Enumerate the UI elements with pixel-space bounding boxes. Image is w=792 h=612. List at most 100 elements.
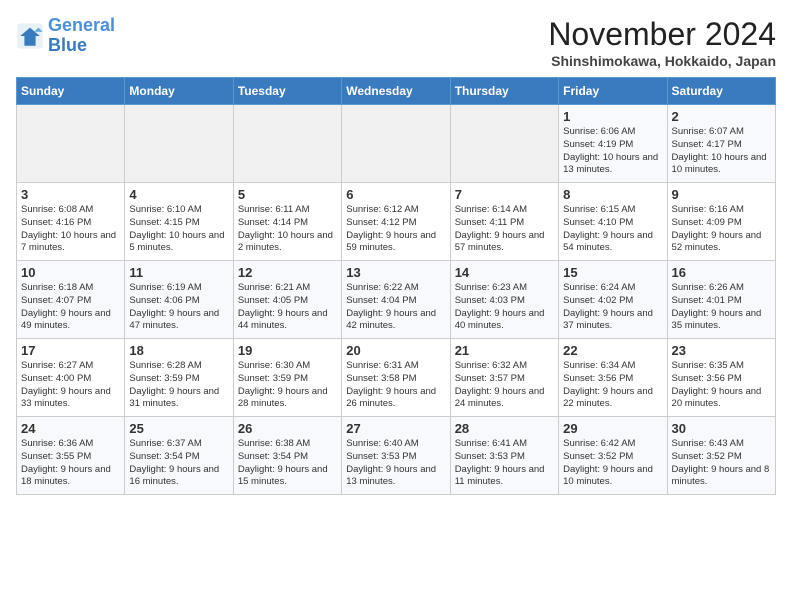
logo-text-line1: General: [48, 16, 115, 36]
day-number: 30: [672, 421, 771, 436]
day-number: 3: [21, 187, 120, 202]
day-info: Sunrise: 6:37 AM Sunset: 3:54 PM Dayligh…: [129, 438, 228, 489]
day-header-monday: Monday: [125, 78, 233, 105]
calendar-cell: 23 Sunrise: 6:35 AM Sunset: 3:56 PM Dayli…: [667, 339, 775, 417]
day-number: 11: [129, 265, 228, 280]
calendar-cell: 4 Sunrise: 6:10 AM Sunset: 4:15 PM Daylig…: [125, 183, 233, 261]
calendar-cell: 25Sunrise: 6:37 AM Sunset: 3:54 PM Dayli…: [125, 417, 233, 495]
calendar-cell: 9Sunrise: 6:16 AM Sunset: 4:09 PM Daylig…: [667, 183, 775, 261]
calendar-cell: 20 Sunrise: 6:31 AM Sunset: 3:58 PM Dayli…: [342, 339, 450, 417]
location: Shinshimokawa, Hokkaido, Japan: [548, 53, 776, 69]
calendar-cell: 2 Sunrise: 6:07 AM Sunset: 4:17 PM Daylig…: [667, 105, 775, 183]
page-header: General Blue November 2024 Shinshimokawa…: [16, 16, 776, 69]
day-number: 8: [563, 187, 662, 202]
day-info: Sunrise: 6:31 AM Sunset: 3:58 PM Dayligh…: [346, 360, 445, 411]
day-number: 10: [21, 265, 120, 280]
calendar-cell: 11Sunrise: 6:19 AM Sunset: 4:06 PM Dayli…: [125, 261, 233, 339]
day-header-saturday: Saturday: [667, 78, 775, 105]
calendar-cell: [342, 105, 450, 183]
calendar-cell: [125, 105, 233, 183]
day-info: Sunrise: 6:08 AM Sunset: 4:16 PM Dayligh…: [21, 204, 120, 255]
day-number: 27: [346, 421, 445, 436]
day-number: 20: [346, 343, 445, 358]
calendar-cell: 28 Sunrise: 6:41 AM Sunset: 3:53 PM Dayli…: [450, 417, 558, 495]
day-info: Sunrise: 6:30 AM Sunset: 3:59 PM Dayligh…: [238, 360, 337, 411]
day-number: 16: [672, 265, 771, 280]
day-number: 9: [672, 187, 771, 202]
logo-icon: [16, 22, 44, 50]
calendar-cell: 14 Sunrise: 6:23 AM Sunset: 4:03 PM Dayli…: [450, 261, 558, 339]
day-number: 5: [238, 187, 337, 202]
calendar-cell: 13Sunrise: 6:22 AM Sunset: 4:04 PM Dayli…: [342, 261, 450, 339]
day-info: Sunrise: 6:36 AM Sunset: 3:55 PM Dayligh…: [21, 438, 120, 489]
calendar-cell: [450, 105, 558, 183]
calendar-cell: 30 Sunrise: 6:43 AM Sunset: 3:52 PM Dayli…: [667, 417, 775, 495]
day-info: Sunrise: 6:14 AM Sunset: 4:11 PM Dayligh…: [455, 204, 554, 255]
logo: General Blue: [16, 16, 115, 56]
calendar-cell: 21 Sunrise: 6:32 AM Sunset: 3:57 PM Dayli…: [450, 339, 558, 417]
calendar-cell: 15 Sunrise: 6:24 AM Sunset: 4:02 PM Dayli…: [559, 261, 667, 339]
day-info: Sunrise: 6:32 AM Sunset: 3:57 PM Dayligh…: [455, 360, 554, 411]
calendar-cell: 22 Sunrise: 6:34 AM Sunset: 3:56 PM Dayli…: [559, 339, 667, 417]
calendar-cell: 1Sunrise: 6:06 AM Sunset: 4:19 PM Daylig…: [559, 105, 667, 183]
logo-text-line2: Blue: [48, 36, 115, 56]
day-header-wednesday: Wednesday: [342, 78, 450, 105]
day-number: 4: [129, 187, 228, 202]
day-info: Sunrise: 6:43 AM Sunset: 3:52 PM Dayligh…: [672, 438, 771, 489]
day-number: 17: [21, 343, 120, 358]
day-info: Sunrise: 6:35 AM Sunset: 3:56 PM Dayligh…: [672, 360, 771, 411]
week-row-5: 24 Sunrise: 6:36 AM Sunset: 3:55 PM Dayli…: [17, 417, 776, 495]
calendar-cell: 18Sunrise: 6:28 AM Sunset: 3:59 PM Dayli…: [125, 339, 233, 417]
calendar-cell: 7Sunrise: 6:14 AM Sunset: 4:11 PM Daylig…: [450, 183, 558, 261]
day-number: 26: [238, 421, 337, 436]
day-number: 18: [129, 343, 228, 358]
day-header-friday: Friday: [559, 78, 667, 105]
calendar-cell: 27 Sunrise: 6:40 AM Sunset: 3:53 PM Dayli…: [342, 417, 450, 495]
day-info: Sunrise: 6:34 AM Sunset: 3:56 PM Dayligh…: [563, 360, 662, 411]
title-block: November 2024 Shinshimokawa, Hokkaido, J…: [548, 16, 776, 69]
calendar-cell: 29 Sunrise: 6:42 AM Sunset: 3:52 PM Dayli…: [559, 417, 667, 495]
day-info: Sunrise: 6:24 AM Sunset: 4:02 PM Dayligh…: [563, 282, 662, 333]
day-header-sunday: Sunday: [17, 78, 125, 105]
week-row-1: 1Sunrise: 6:06 AM Sunset: 4:19 PM Daylig…: [17, 105, 776, 183]
calendar-cell: 12Sunrise: 6:21 AM Sunset: 4:05 PM Dayli…: [233, 261, 341, 339]
day-number: 2: [672, 109, 771, 124]
week-row-3: 10 Sunrise: 6:18 AM Sunset: 4:07 PM Dayli…: [17, 261, 776, 339]
calendar-cell: 24 Sunrise: 6:36 AM Sunset: 3:55 PM Dayli…: [17, 417, 125, 495]
day-info: Sunrise: 6:41 AM Sunset: 3:53 PM Dayligh…: [455, 438, 554, 489]
week-row-4: 17 Sunrise: 6:27 AM Sunset: 4:00 PM Dayli…: [17, 339, 776, 417]
calendar-cell: 6 Sunrise: 6:12 AM Sunset: 4:12 PM Daylig…: [342, 183, 450, 261]
calendar-cell: 10 Sunrise: 6:18 AM Sunset: 4:07 PM Dayli…: [17, 261, 125, 339]
day-number: 21: [455, 343, 554, 358]
day-number: 14: [455, 265, 554, 280]
day-info: Sunrise: 6:12 AM Sunset: 4:12 PM Dayligh…: [346, 204, 445, 255]
day-info: Sunrise: 6:10 AM Sunset: 4:15 PM Dayligh…: [129, 204, 228, 255]
calendar-cell: 3 Sunrise: 6:08 AM Sunset: 4:16 PM Daylig…: [17, 183, 125, 261]
day-header-thursday: Thursday: [450, 78, 558, 105]
calendar-cell: 5Sunrise: 6:11 AM Sunset: 4:14 PM Daylig…: [233, 183, 341, 261]
day-info: Sunrise: 6:06 AM Sunset: 4:19 PM Dayligh…: [563, 126, 662, 177]
day-number: 13: [346, 265, 445, 280]
calendar-cell: [17, 105, 125, 183]
week-row-2: 3 Sunrise: 6:08 AM Sunset: 4:16 PM Daylig…: [17, 183, 776, 261]
day-info: Sunrise: 6:38 AM Sunset: 3:54 PM Dayligh…: [238, 438, 337, 489]
day-number: 15: [563, 265, 662, 280]
day-info: Sunrise: 6:23 AM Sunset: 4:03 PM Dayligh…: [455, 282, 554, 333]
calendar-cell: 8Sunrise: 6:15 AM Sunset: 4:10 PM Daylig…: [559, 183, 667, 261]
day-info: Sunrise: 6:40 AM Sunset: 3:53 PM Dayligh…: [346, 438, 445, 489]
day-info: Sunrise: 6:27 AM Sunset: 4:00 PM Dayligh…: [21, 360, 120, 411]
day-header-tuesday: Tuesday: [233, 78, 341, 105]
day-info: Sunrise: 6:07 AM Sunset: 4:17 PM Dayligh…: [672, 126, 771, 177]
month-title: November 2024: [548, 16, 776, 53]
calendar-cell: 17 Sunrise: 6:27 AM Sunset: 4:00 PM Dayli…: [17, 339, 125, 417]
day-info: Sunrise: 6:18 AM Sunset: 4:07 PM Dayligh…: [21, 282, 120, 333]
day-info: Sunrise: 6:42 AM Sunset: 3:52 PM Dayligh…: [563, 438, 662, 489]
day-number: 6: [346, 187, 445, 202]
day-number: 23: [672, 343, 771, 358]
day-number: 24: [21, 421, 120, 436]
calendar-table: SundayMondayTuesdayWednesdayThursdayFrid…: [16, 77, 776, 495]
day-number: 29: [563, 421, 662, 436]
day-number: 22: [563, 343, 662, 358]
day-info: Sunrise: 6:21 AM Sunset: 4:05 PM Dayligh…: [238, 282, 337, 333]
day-number: 28: [455, 421, 554, 436]
